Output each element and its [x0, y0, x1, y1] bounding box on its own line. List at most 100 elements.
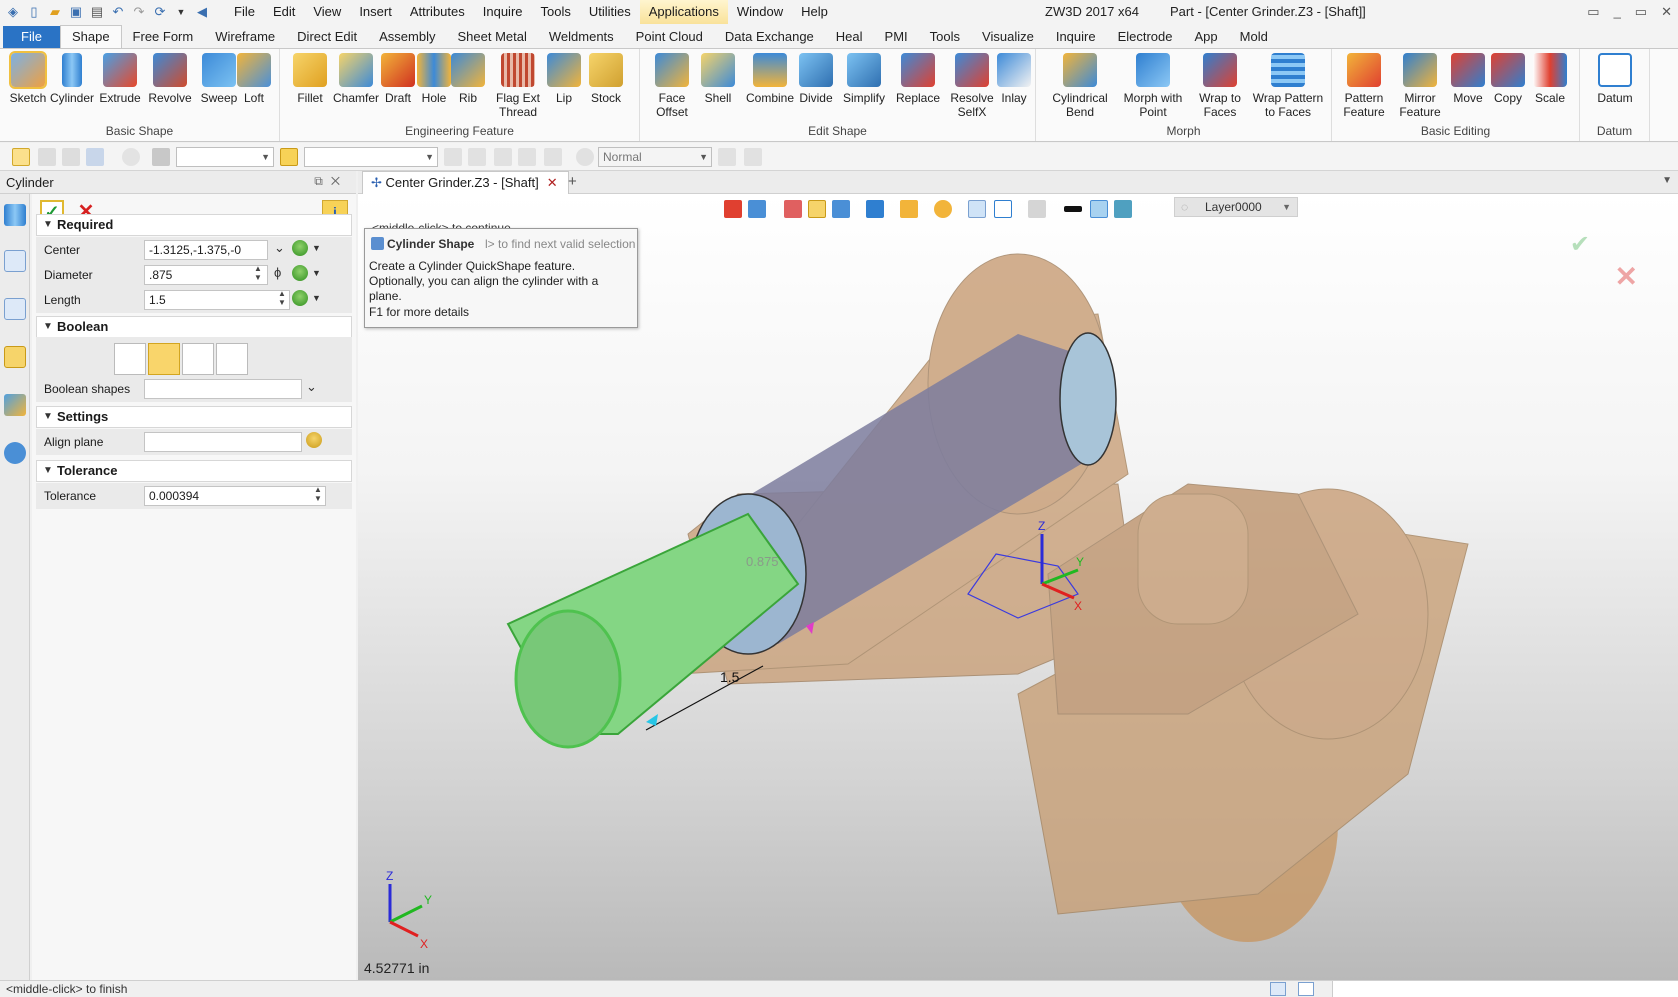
center-options-icon[interactable]: ⌄: [274, 240, 285, 256]
layer-manager-icon[interactable]: [1114, 200, 1132, 218]
history-tree-icon[interactable]: [4, 250, 26, 272]
redo-icon[interactable]: ↷: [130, 3, 148, 21]
lasso-icon[interactable]: [122, 148, 140, 166]
section-required[interactable]: ▼ Required: [36, 214, 352, 236]
tab-wireframe[interactable]: Wireframe: [204, 26, 286, 48]
fillet-button[interactable]: Fillet: [284, 53, 336, 105]
diameter-pick-icon[interactable]: [292, 265, 308, 281]
document-tab[interactable]: ✢ Center Grinder.Z3 - [Shaft] ✕: [362, 171, 569, 194]
align-plane-input[interactable]: [144, 432, 302, 452]
diameter-symbol-icon[interactable]: ϕ: [274, 265, 281, 280]
display-toggle-icon[interactable]: [1028, 200, 1046, 218]
customize-dropdown-icon[interactable]: ▼: [172, 3, 190, 21]
section-tolerance[interactable]: ▼ Tolerance: [36, 460, 352, 482]
tab-inquire[interactable]: Inquire: [1045, 26, 1107, 48]
tool-d-icon[interactable]: [518, 148, 536, 166]
tab-shape[interactable]: Shape: [59, 25, 122, 48]
wrap-pattern-button[interactable]: Wrap Pattern to Faces: [1248, 53, 1328, 119]
close-button[interactable]: ✕: [1661, 0, 1672, 24]
tab-app[interactable]: App: [1184, 26, 1229, 48]
length-pick-icon[interactable]: [292, 290, 308, 306]
layer-dropdown[interactable]: ◌ Layer0000 ▼: [1174, 197, 1298, 217]
refresh-icon[interactable]: ⟳: [151, 3, 169, 21]
tab-visualize[interactable]: Visualize: [971, 26, 1045, 48]
loft-button[interactable]: Loft: [228, 53, 280, 105]
new-tab-icon[interactable]: +: [568, 173, 577, 190]
center-pick-icon[interactable]: [292, 240, 308, 256]
eraser-icon[interactable]: [784, 200, 802, 218]
user-icon[interactable]: [4, 442, 26, 464]
divide-button[interactable]: Divide: [790, 53, 842, 105]
intersect-shape-icon[interactable]: [216, 343, 248, 375]
settings-gear-icon[interactable]: [576, 148, 594, 166]
tab-electrode[interactable]: Electrode: [1107, 26, 1184, 48]
tool-e-icon[interactable]: [544, 148, 562, 166]
filter-dropdown[interactable]: ▼: [176, 147, 274, 167]
tab-point-cloud[interactable]: Point Cloud: [625, 26, 714, 48]
diameter-input[interactable]: .875: [144, 265, 268, 285]
length-dimension-label[interactable]: 1.5: [720, 669, 740, 685]
remove-shape-icon[interactable]: [182, 343, 214, 375]
stock-button[interactable]: Stock: [580, 53, 632, 105]
panel-controls[interactable]: ⧉✕: [314, 174, 348, 189]
simplify-button[interactable]: Simplify: [836, 53, 892, 105]
mirror-feature-button[interactable]: Mirror Feature: [1392, 53, 1448, 119]
tool-c-icon[interactable]: [494, 148, 512, 166]
zoom-box-icon[interactable]: [968, 200, 986, 218]
visual-manager-icon[interactable]: [4, 394, 26, 416]
menu-inquire[interactable]: Inquire: [474, 0, 532, 24]
status-view-icon[interactable]: [1270, 982, 1286, 996]
tolerance-spinner[interactable]: ▲ ▼: [314, 485, 322, 503]
section-settings[interactable]: ▼ Settings: [36, 406, 352, 428]
menu-attributes[interactable]: Attributes: [401, 0, 474, 24]
base-shape-icon[interactable]: [114, 343, 146, 375]
tab-file[interactable]: File: [3, 26, 60, 48]
length-spinner[interactable]: ▲ ▼: [278, 289, 286, 307]
menu-tools[interactable]: Tools: [532, 0, 580, 24]
tolerance-input[interactable]: 0.000394: [144, 486, 326, 506]
section-boolean[interactable]: ▼ Boolean: [36, 316, 352, 338]
tab-assembly[interactable]: Assembly: [368, 26, 446, 48]
extrude-button[interactable]: Extrude: [94, 53, 146, 105]
diameter-spinner[interactable]: ▲ ▼: [254, 264, 262, 282]
menu-applications[interactable]: Applications: [639, 0, 728, 24]
part-view-icon[interactable]: [866, 200, 884, 218]
replace-button[interactable]: Replace: [890, 53, 946, 105]
assembly-tree-icon[interactable]: [4, 298, 26, 320]
shaded-view-icon[interactable]: [808, 200, 826, 218]
length-dropdown-icon[interactable]: ▼: [312, 293, 321, 303]
pick-icon[interactable]: [12, 148, 30, 166]
zoom-fit-icon[interactable]: [934, 200, 952, 218]
close-document-icon[interactable]: ✕: [547, 175, 558, 190]
tab-free-form[interactable]: Free Form: [122, 26, 205, 48]
tab-tools[interactable]: Tools: [919, 26, 971, 48]
rib-button[interactable]: Rib: [442, 53, 494, 105]
cylindrical-bend-button[interactable]: Cylindrical Bend: [1048, 53, 1112, 119]
cylinder-tool-icon[interactable]: [4, 204, 26, 226]
tab-pmi[interactable]: PMI: [874, 26, 919, 48]
object-manager-icon[interactable]: [4, 346, 26, 368]
length-handle-icon[interactable]: [646, 714, 658, 726]
revolve-button[interactable]: Revolve: [144, 53, 196, 105]
exit-view-icon[interactable]: [724, 200, 742, 218]
wrap-to-faces-button[interactable]: Wrap to Faces: [1192, 53, 1248, 119]
shell-button[interactable]: Shell: [692, 53, 744, 105]
tab-mold[interactable]: Mold: [1229, 26, 1279, 48]
command-input[interactable]: [1332, 981, 1678, 997]
menu-file[interactable]: File: [225, 0, 264, 24]
new-file-icon[interactable]: ▯: [25, 3, 43, 21]
3d-viewport[interactable]: 1.5 0.875 Z Y X Z Y X ◌ Layer0000 ▼ Cyli…: [358, 194, 1678, 980]
add-filter-icon[interactable]: [38, 148, 56, 166]
print-icon[interactable]: ▤: [88, 3, 106, 21]
tab-data-exchange[interactable]: Data Exchange: [714, 26, 825, 48]
menu-window[interactable]: Window: [728, 0, 792, 24]
tab-sheet-metal[interactable]: Sheet Metal: [447, 26, 538, 48]
length-input[interactable]: 1.5: [144, 290, 290, 310]
display-filter-icon[interactable]: [900, 200, 918, 218]
undo-icon[interactable]: ↶: [109, 3, 127, 21]
line-style-icon[interactable]: [1064, 206, 1082, 212]
menu-utilities[interactable]: Utilities: [580, 0, 640, 24]
tab-direct-edit[interactable]: Direct Edit: [286, 26, 368, 48]
center-input[interactable]: -1.3125,-1.375,-0: [144, 240, 268, 260]
tab-list-icon[interactable]: ▼: [1662, 175, 1672, 186]
